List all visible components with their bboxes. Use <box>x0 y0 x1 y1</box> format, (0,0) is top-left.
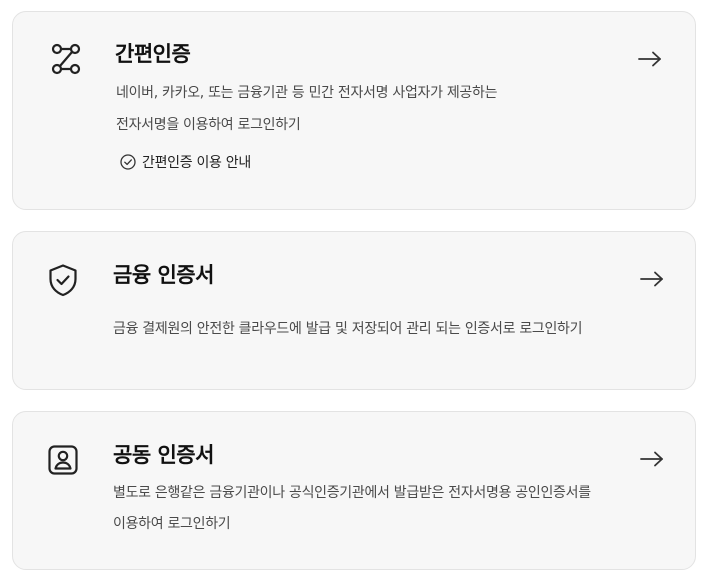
card-description-line: 이용하여 로그인하기 <box>113 516 231 532</box>
shield-check-icon <box>46 263 80 297</box>
arrow-right-icon[interactable] <box>639 269 665 289</box>
check-circle-icon <box>120 154 136 170</box>
card-description-line: 별도로 은행같은 금융기관이나 공식인증기관에서 발급받은 전자서명용 공인인증… <box>113 485 591 501</box>
card-description-line: 금융 결제원의 안전한 클라우드에 발급 및 저장되어 관리 되는 인증서로 로… <box>113 321 583 337</box>
arrow-right-icon[interactable] <box>637 49 663 69</box>
simple-auth-card[interactable]: 간편인증 네이버, 카카오, 또는 금융기관 등 민간 전자서명 사업자가 제공… <box>12 11 696 210</box>
card-title: 금융 인증서 <box>113 263 214 287</box>
guide-link-label: 간편인증 이용 안내 <box>142 155 251 171</box>
card-title: 간편인증 <box>115 42 191 66</box>
card-title: 공동 인증서 <box>113 443 214 467</box>
user-badge-icon <box>46 443 80 477</box>
card-description-line: 네이버, 카카오, 또는 금융기관 등 민간 전자서명 사업자가 제공하는 <box>116 85 498 101</box>
arrow-right-icon[interactable] <box>639 449 665 469</box>
financial-cert-card[interactable]: 금융 인증서 금융 결제원의 안전한 클라우드에 발급 및 저장되어 관리 되는… <box>12 231 696 390</box>
card-description-line: 전자서명을 이용하여 로그인하기 <box>116 117 301 133</box>
simple-auth-guide-link[interactable]: 간편인증 이용 안내 <box>120 152 251 172</box>
route-icon <box>49 42 83 76</box>
joint-cert-card[interactable]: 공동 인증서 별도로 은행같은 금융기관이나 공식인증기관에서 발급받은 전자서… <box>12 411 696 570</box>
